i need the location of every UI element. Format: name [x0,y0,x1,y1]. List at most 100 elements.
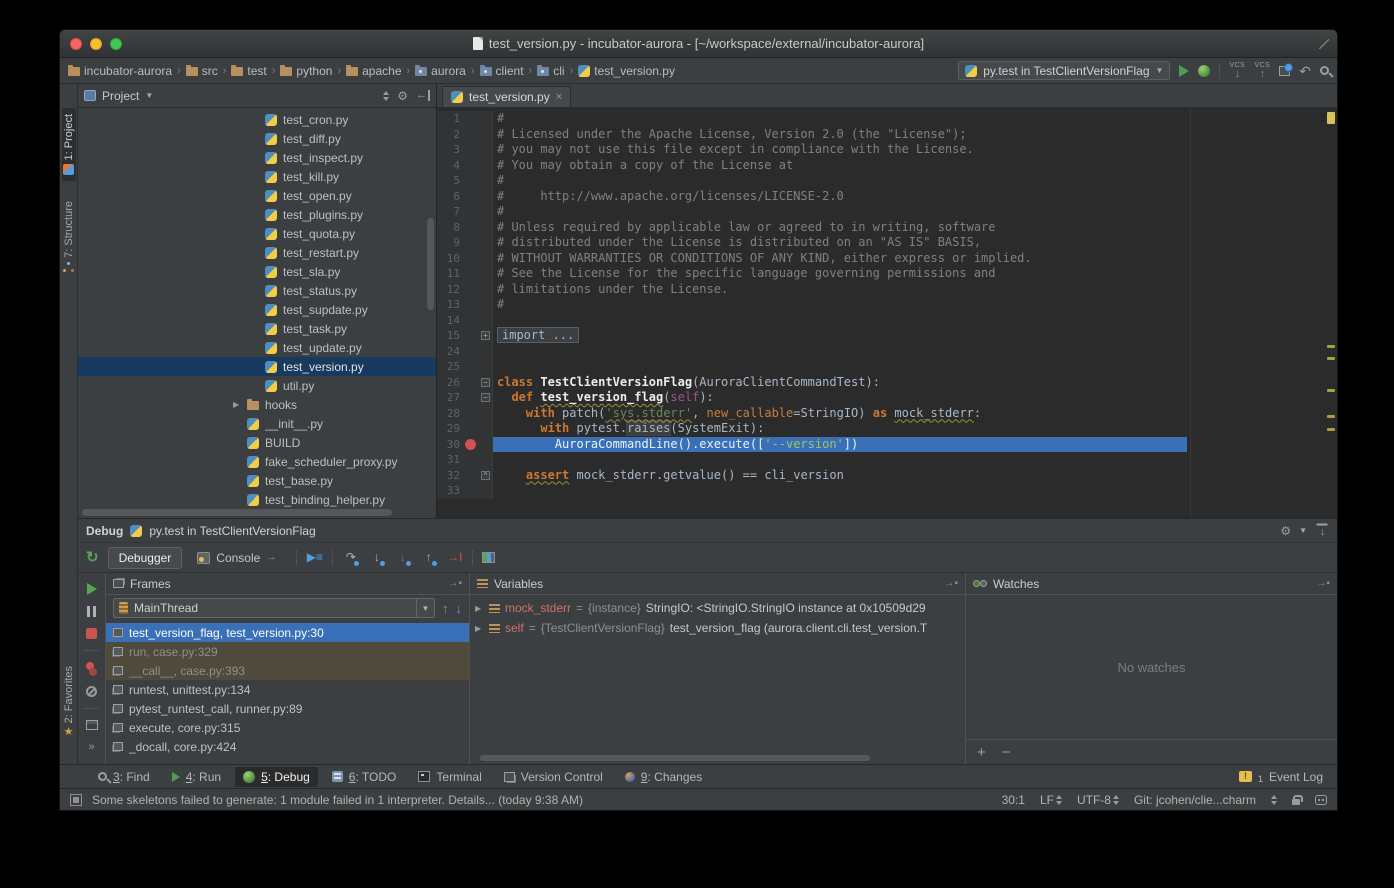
gutter-icon-strip[interactable] [463,127,479,143]
tree-item[interactable]: test_cron.py [78,110,436,129]
tab-debugger[interactable]: Debugger [108,547,183,569]
previous-frame-button[interactable]: ↑ [442,601,449,616]
chevron-down-icon[interactable]: ▼ [416,599,434,617]
tool-tab-terminal[interactable]: Terminal [410,767,489,787]
code-line[interactable]: 29 with pytest.raises(SystemExit): [437,421,1337,437]
tree-item[interactable]: test_inspect.py [78,148,436,167]
gutter-icon-strip[interactable] [463,158,479,174]
code-text[interactable]: assert mock_stderr.getvalue() == cli_ver… [493,468,1337,484]
frame-item[interactable]: run, case.py:329 [106,642,469,661]
lock-icon[interactable] [1292,799,1300,805]
gutter-icon-strip[interactable] [463,452,479,468]
show-execution-point-icon[interactable]: ▶≡ [306,549,323,566]
gutter-fold-strip[interactable] [479,266,493,282]
frame-item[interactable]: _docall, core.py:424 [106,737,469,756]
close-icon[interactable]: × [556,91,562,103]
frame-item[interactable]: pytest_runtest_call, runner.py:89 [106,699,469,718]
tool-tab-find[interactable]: 3: Find [90,767,158,787]
tree-item[interactable]: test_sla.py [78,262,436,281]
step-into-icon[interactable]: ↓ [368,549,385,566]
gutter-icon-strip[interactable] [463,313,479,329]
git-branch-widget[interactable]: Git: jcohen/clie...charm [1134,793,1256,807]
editor-body[interactable]: 1#2# Licensed under the Apache License, … [437,108,1337,518]
gutter-icon-strip[interactable] [463,390,479,406]
code-line[interactable]: 1# [437,111,1337,127]
step-over-icon[interactable]: ↷ [342,549,359,566]
code-line[interactable]: 31 [437,452,1337,468]
gutter-icon-strip[interactable] [463,375,479,391]
add-watch-button[interactable]: + [977,745,986,760]
code-text[interactable]: # limitations under the License. [493,282,1337,298]
tree-item[interactable]: test_binding_helper.py [78,490,436,509]
code-text[interactable]: # [493,111,1337,127]
pin-arrow-icon[interactable]: →▪ [1316,578,1330,589]
code-text[interactable]: # You may obtain a copy of the License a… [493,158,1337,174]
frame-item[interactable]: execute, core.py:315 [106,718,469,737]
run-configuration-select[interactable]: py.test in TestClientVersionFlag ▼ [958,61,1170,80]
gutter-icon-strip[interactable] [463,220,479,236]
error-stripe-mark[interactable] [1327,112,1335,124]
code-text[interactable]: # [493,173,1337,189]
gutter-icon-strip[interactable] [463,142,479,158]
code-line[interactable]: 7# [437,204,1337,220]
gutter-fold-strip[interactable] [479,173,493,189]
code-line[interactable]: 32^ assert mock_stderr.getvalue() == cli… [437,468,1337,484]
undo-button[interactable]: ↶ [1299,64,1311,78]
hector-inspector-icon[interactable] [1315,795,1327,805]
breadcrumb-item[interactable]: apache [346,64,401,78]
force-step-into-icon[interactable]: ↓ [394,549,411,566]
tab-console[interactable]: Console→ [186,547,287,569]
code-text[interactable]: def test_version_flag(self): [493,390,1337,406]
code-line[interactable]: 10# WITHOUT WARRANTIES OR CONDITIONS OF … [437,251,1337,267]
gutter-icon-strip[interactable] [463,173,479,189]
fold-marker-icon[interactable]: − [481,378,490,387]
restore-layout-button[interactable] [86,720,98,730]
fold-marker-icon[interactable]: + [481,331,490,340]
code-line[interactable]: 6# http://www.apache.org/licenses/LICENS… [437,189,1337,205]
code-line[interactable]: 8# Unless required by applicable law or … [437,220,1337,236]
gutter-fold-strip[interactable] [479,251,493,267]
tree-item[interactable]: util.py [78,376,436,395]
gutter-fold-strip[interactable] [479,344,493,360]
code-text[interactable]: with pytest.raises(SystemExit): [493,421,1337,437]
code-line[interactable]: 30 AuroraCommandLine().execute(['--versi… [437,437,1337,453]
recent-changes-button[interactable] [1279,66,1290,76]
gutter-icon-strip[interactable] [463,406,479,422]
run-to-cursor-icon[interactable]: →I [446,549,463,566]
gutter-fold-strip[interactable] [479,452,493,468]
close-window-button[interactable] [70,38,82,50]
breadcrumb-item[interactable]: aurora [415,64,466,78]
breadcrumb-item[interactable]: python [280,64,332,78]
tool-tab-changes[interactable]: 9: Changes [617,767,710,787]
vcs-commit-button[interactable]: VCS ↑ [1254,62,1270,80]
code-line[interactable]: 26−class TestClientVersionFlag(AuroraCli… [437,375,1337,391]
gutter-icon-strip[interactable] [463,235,479,251]
code-text[interactable]: import ... [493,328,1337,344]
error-stripe-mark[interactable] [1327,357,1335,360]
tree-item[interactable]: test_task.py [78,319,436,338]
gutter-fold-strip[interactable] [479,421,493,437]
gutter-fold-strip[interactable] [479,235,493,251]
code-line[interactable]: 33 [437,483,1337,499]
resume-button[interactable] [87,583,97,595]
search-everywhere-button[interactable] [1320,66,1329,75]
zoom-window-button[interactable] [110,38,122,50]
expand-arrow-icon[interactable]: ▶ [475,604,484,613]
code-text[interactable]: # [493,204,1337,220]
code-text[interactable] [493,483,1337,499]
layout-settings-icon[interactable] [482,552,495,563]
status-message[interactable]: Some skeletons failed to generate: 1 mod… [92,793,583,807]
next-frame-button[interactable]: ↓ [456,601,463,616]
expand-arrow-icon[interactable]: ▶ [475,624,484,633]
gutter-fold-strip[interactable] [479,127,493,143]
tree-item[interactable]: test_open.py [78,186,436,205]
code-text[interactable]: # See the License for the specific langu… [493,266,1337,282]
code-line[interactable]: 28 with patch('sys.stderr', new_callable… [437,406,1337,422]
remove-watch-button[interactable]: − [1002,745,1011,760]
code-line[interactable]: 13# [437,297,1337,313]
gutter-icon-strip[interactable] [463,468,479,484]
more-icon[interactable]: » [88,741,94,753]
hide-panel-icon[interactable]: ← [416,90,430,101]
gutter-icon-strip[interactable] [463,344,479,360]
chevron-down-icon[interactable]: ▼ [1299,526,1307,535]
